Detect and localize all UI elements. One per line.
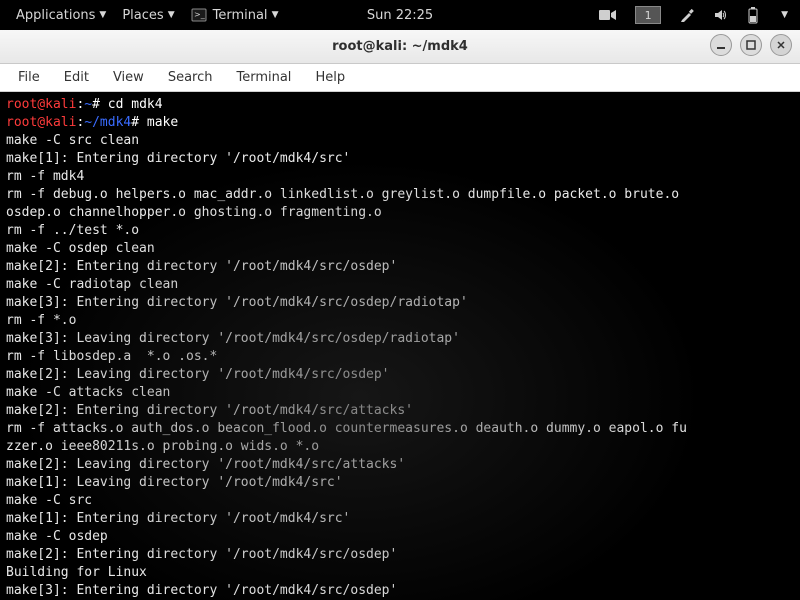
terminal-icon: >_ xyxy=(191,7,207,23)
terminal-line: make[2]: Entering directory '/root/mdk4/… xyxy=(6,259,397,274)
prompt-cmd: cd mdk4 xyxy=(100,97,163,112)
video-icon[interactable] xyxy=(595,8,621,22)
terminal-viewport[interactable]: root@kali:~# cd mdk4 root@kali:~/mdk4# m… xyxy=(0,92,800,600)
terminal-line: rm -f debug.o helpers.o mac_addr.o linke… xyxy=(6,187,679,202)
chevron-down-icon: ▼ xyxy=(99,10,106,20)
terminal-line: make[2]: Leaving directory '/root/mdk4/s… xyxy=(6,457,405,472)
prompt-path: ~/mdk4 xyxy=(84,115,131,130)
menu-search[interactable]: Search xyxy=(156,67,225,88)
menu-file[interactable]: File xyxy=(6,67,52,88)
volume-icon[interactable] xyxy=(709,7,733,23)
terminal-line: make[3]: Entering directory '/root/mdk4/… xyxy=(6,295,468,310)
terminal-line: make[1]: Entering directory '/root/mdk4/… xyxy=(6,511,350,526)
terminal-line: make[2]: Entering directory '/root/mdk4/… xyxy=(6,547,397,562)
terminal-line: Building for Linux xyxy=(6,565,147,580)
top-panel: Applications ▼ Places ▼ >_ Terminal ▼ Su… xyxy=(0,0,800,30)
color-picker-icon[interactable] xyxy=(675,7,699,23)
applications-menu[interactable]: Applications ▼ xyxy=(8,0,114,30)
workspace-badge: 1 xyxy=(635,6,661,24)
terminal-line: rm -f libosdep.a *.o .os.* xyxy=(6,349,217,364)
chevron-down-icon: ▼ xyxy=(781,10,788,20)
applications-label: Applications xyxy=(16,8,95,23)
system-tray: 1 ▼ xyxy=(595,6,792,24)
terminal-line: make -C attacks clean xyxy=(6,385,170,400)
prompt-path: ~ xyxy=(84,97,92,112)
terminal-line: make -C radiotap clean xyxy=(6,277,178,292)
terminal-line: rm -f mdk4 xyxy=(6,169,84,184)
battery-icon[interactable] xyxy=(743,6,763,24)
power-menu[interactable]: ▼ xyxy=(773,10,792,20)
focused-app-label: Terminal xyxy=(213,8,268,23)
terminal-line: zzer.o ieee80211s.o probing.o wids.o *.o xyxy=(6,439,319,454)
terminal-line: make -C src xyxy=(6,493,92,508)
titlebar[interactable]: root@kali: ~/mdk4 xyxy=(0,30,800,64)
terminal-line: osdep.o channelhopper.o ghosting.o fragm… xyxy=(6,205,382,220)
prompt-cmd: make xyxy=(139,115,178,130)
terminal-line: make[2]: Entering directory '/root/mdk4/… xyxy=(6,403,413,418)
terminal-line: make[1]: Entering directory '/root/mdk4/… xyxy=(6,151,350,166)
menu-view[interactable]: View xyxy=(101,67,156,88)
terminal-line: make -C src clean xyxy=(6,133,139,148)
prompt-userhost: root@kali xyxy=(6,97,76,112)
maximize-button[interactable] xyxy=(740,34,762,56)
terminal-line: make[2]: Leaving directory '/root/mdk4/s… xyxy=(6,367,390,382)
places-menu[interactable]: Places ▼ xyxy=(114,0,182,30)
clock[interactable]: Sun 22:25 xyxy=(359,0,441,30)
prompt-userhost: root@kali xyxy=(6,115,76,130)
terminal-line: make[1]: Leaving directory '/root/mdk4/s… xyxy=(6,475,343,490)
prompt-hash: # xyxy=(131,115,139,130)
window-controls xyxy=(710,34,792,56)
clock-label: Sun 22:25 xyxy=(367,8,433,23)
terminal-line: rm -f attacks.o auth_dos.o beacon_flood.… xyxy=(6,421,687,436)
close-button[interactable] xyxy=(770,34,792,56)
places-label: Places xyxy=(122,8,163,23)
terminal-line: rm -f *.o xyxy=(6,313,76,328)
terminal-line: make[3]: Leaving directory '/root/mdk4/s… xyxy=(6,331,460,346)
window-title: root@kali: ~/mdk4 xyxy=(332,39,468,54)
menu-terminal[interactable]: Terminal xyxy=(224,67,303,88)
workspace-switcher[interactable]: 1 xyxy=(631,6,665,24)
prompt-hash: # xyxy=(92,97,100,112)
menubar: File Edit View Search Terminal Help xyxy=(0,64,800,92)
terminal-window: root@kali: ~/mdk4 File Edit View Search … xyxy=(0,30,800,600)
terminal-line: make -C osdep xyxy=(6,529,108,544)
terminal-line: make[3]: Entering directory '/root/mdk4/… xyxy=(6,583,397,598)
menu-edit[interactable]: Edit xyxy=(52,67,101,88)
terminal-line: rm -f ../test *.o xyxy=(6,223,139,238)
minimize-button[interactable] xyxy=(710,34,732,56)
chevron-down-icon: ▼ xyxy=(168,10,175,20)
terminal-line: make -C osdep clean xyxy=(6,241,155,256)
svg-text:>_: >_ xyxy=(194,10,206,19)
chevron-down-icon: ▼ xyxy=(272,10,279,20)
menu-help[interactable]: Help xyxy=(303,67,357,88)
focused-app[interactable]: >_ Terminal ▼ xyxy=(183,0,287,30)
